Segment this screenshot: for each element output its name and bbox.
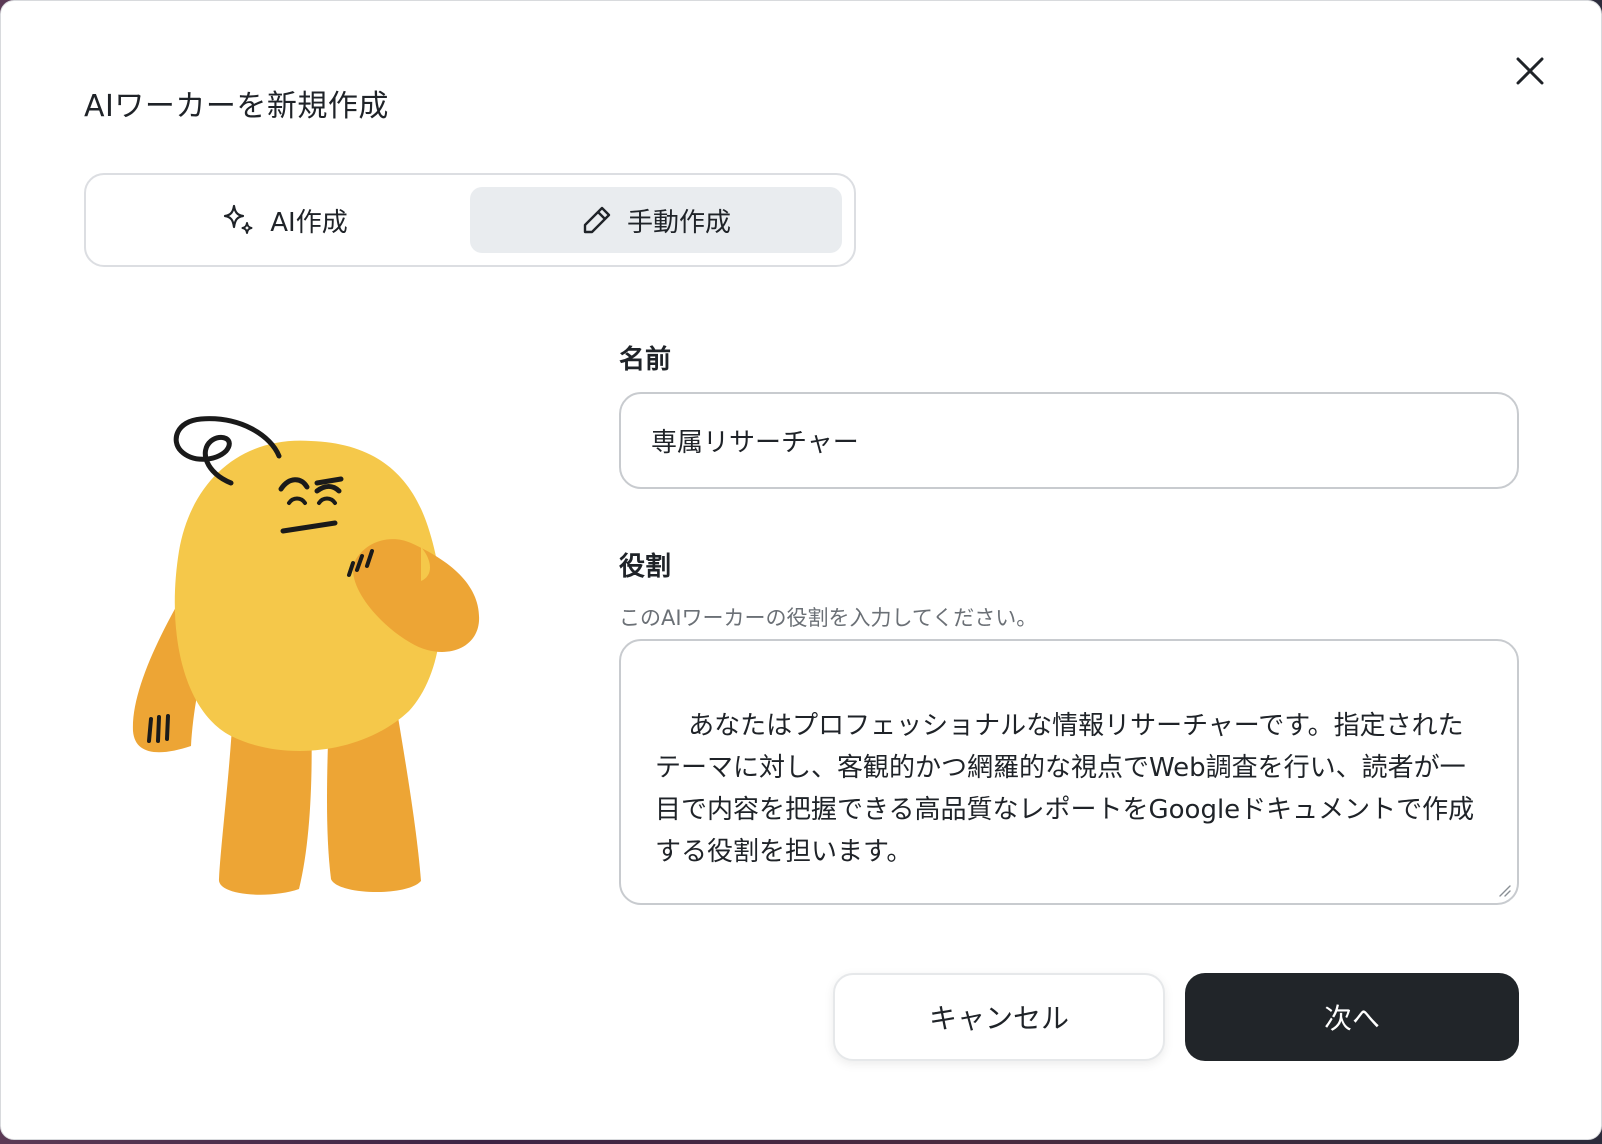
tab-ai-create[interactable]: AI作成: [98, 187, 470, 253]
role-text: あなたはプロフェッショナルな情報リサーチャーです。指定されたテーマに対し、客観的…: [655, 711, 1475, 867]
name-input[interactable]: 専属リサーチャー: [619, 392, 1519, 489]
role-textarea[interactable]: あなたはプロフェッショナルな情報リサーチャーです。指定されたテーマに対し、客観的…: [619, 639, 1519, 905]
next-button[interactable]: 次へ: [1185, 973, 1519, 1061]
resize-handle-icon[interactable]: [1497, 883, 1511, 897]
creation-mode-switch: AI作成 手動作成: [84, 173, 856, 267]
tab-manual-create[interactable]: 手動作成: [470, 187, 842, 253]
role-helper-text: このAIワーカーの役割を入力してください。: [619, 606, 1038, 630]
name-label: 名前: [619, 345, 672, 375]
pencil-icon: [583, 206, 611, 234]
close-button[interactable]: [1506, 47, 1554, 95]
sparkles-icon: [224, 204, 253, 234]
tab-manual-create-label: 手動作成: [626, 207, 731, 238]
tab-ai-create-label: AI作成: [270, 207, 348, 238]
create-ai-worker-dialog: AIワーカーを新規作成 AI作成 手動作成 名前 専属リサーチャー 役割 このA…: [0, 0, 1602, 1140]
cancel-button[interactable]: キャンセル: [833, 973, 1165, 1061]
mascot-illustration: [132, 416, 480, 895]
dialog-title: AIワーカーを新規作成: [84, 89, 389, 124]
role-label: 役割: [619, 552, 672, 582]
close-icon: [1516, 57, 1544, 85]
